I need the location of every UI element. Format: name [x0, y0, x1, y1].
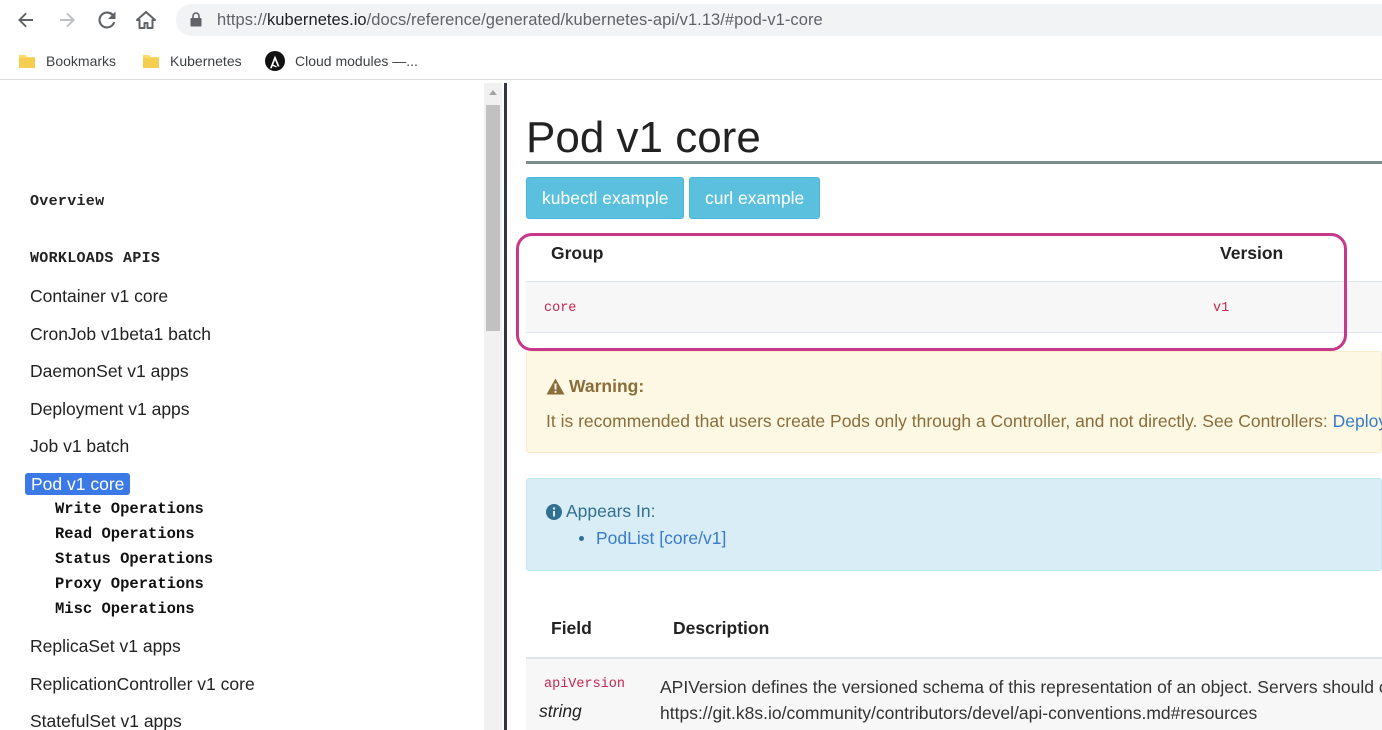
warning-triangle-icon — [546, 378, 565, 395]
folder-icon — [143, 55, 159, 68]
appears-in-title-text: Appears In: — [566, 501, 656, 521]
sidebar-subitem-proxy-operations[interactable]: Proxy Operations — [55, 575, 204, 593]
page-title: Pod v1 core — [526, 113, 761, 162]
sidebar-scrollbar[interactable] — [484, 83, 502, 730]
sidebar-item-cronjob[interactable]: CronJob v1beta1 batch — [30, 324, 211, 345]
podlist-link[interactable]: PodList [core/v1] — [596, 528, 726, 549]
bookmark-label: Kubernetes — [170, 53, 242, 69]
kubectl-example-button[interactable]: kubectl example — [526, 177, 685, 219]
sidebar-item-replicaset[interactable]: ReplicaSet v1 apps — [30, 636, 181, 657]
field-description: APIVersion defines the versioned schema … — [660, 674, 1382, 726]
bookmark-kubernetes[interactable]: Kubernetes — [142, 51, 242, 71]
home-button[interactable] — [134, 8, 158, 32]
sidebar-item-pod-active[interactable]: Pod v1 core — [25, 473, 131, 495]
home-icon — [136, 11, 156, 29]
url-path: /docs/reference/generated/kubernetes-api… — [366, 11, 823, 29]
folder-icon — [19, 55, 35, 68]
scroll-thumb[interactable] — [486, 105, 500, 331]
bookmark-label: Cloud modules —... — [295, 53, 418, 69]
warning-title: Warning: — [546, 376, 644, 397]
sidebar-item-overview[interactable]: Overview — [30, 193, 104, 210]
ansible-logo-icon — [265, 51, 285, 71]
bookmark-label: Bookmarks — [46, 53, 117, 69]
sidebar-item-job[interactable]: Job v1 batch — [30, 436, 129, 457]
bookmarks-bar: Bookmarks Kubernetes Cloud modules —... — [0, 40, 1382, 80]
back-arrow-icon — [18, 12, 33, 28]
field-description-line: APIVersion defines the versioned schema … — [660, 677, 1382, 697]
forward-button[interactable] — [55, 8, 79, 32]
appears-in-alert: Appears In: PodList [core/v1] — [526, 478, 1382, 571]
forward-arrow-icon — [60, 12, 75, 28]
browser-toolbar: https://kubernetes.io/docs/reference/gen… — [0, 0, 1382, 40]
scroll-up-arrow-icon[interactable] — [489, 90, 497, 95]
field-type: string — [539, 701, 582, 721]
address-bar[interactable]: https://kubernetes.io/docs/reference/gen… — [176, 4, 1382, 36]
deployment-link[interactable]: Deploy — [1333, 411, 1382, 431]
bookmark-cloud-modules[interactable]: Cloud modules —... — [265, 51, 418, 71]
bookmark-bookmarks[interactable]: Bookmarks — [18, 51, 116, 71]
warning-body: It is recommended that users create Pods… — [546, 411, 1333, 431]
list-item: PodList [core/v1] — [579, 528, 726, 549]
sidebar-item-daemonset[interactable]: DaemonSet v1 apps — [30, 361, 189, 382]
warning-text: It is recommended that users create Pods… — [546, 411, 1382, 432]
reload-button[interactable] — [95, 8, 119, 32]
main-content: Pod v1 core kubectl example curl example… — [507, 83, 1382, 730]
sidebar-item-statefulset[interactable]: StatefulSet v1 apps — [30, 711, 182, 730]
warning-title-text: Warning: — [569, 376, 645, 396]
field-name: apiVersion — [544, 677, 626, 692]
curl-example-button[interactable]: curl example — [689, 177, 821, 219]
title-underline — [526, 161, 1382, 164]
lock-icon — [190, 12, 202, 27]
sidebar-item-container[interactable]: Container v1 core — [30, 286, 168, 307]
sidebar-subitem-write-operations[interactable]: Write Operations — [55, 500, 204, 518]
url-scheme: https:// — [217, 11, 267, 29]
field-description-link[interactable]: https://git.k8s.io/community/contributor… — [660, 700, 1382, 726]
back-button[interactable] — [14, 8, 38, 32]
sidebar-subitem-read-operations[interactable]: Read Operations — [55, 525, 195, 543]
sidebar-item-deployment[interactable]: Deployment v1 apps — [30, 399, 190, 420]
bullet-icon — [579, 536, 584, 541]
reload-icon — [98, 11, 116, 29]
url-host: kubernetes.io — [266, 11, 367, 29]
sidebar-nav: Overview WORKLOADS APIS Container v1 cor… — [0, 83, 484, 730]
info-circle-icon — [546, 503, 562, 520]
highlight-annotation-box — [516, 233, 1347, 351]
field-header: Field — [551, 618, 592, 638]
sidebar-subitem-misc-operations[interactable]: Misc Operations — [55, 600, 195, 618]
sidebar-item-replicationcontroller[interactable]: ReplicationController v1 core — [30, 674, 255, 695]
description-header: Description — [673, 618, 770, 638]
table-row: apiVersion string APIVersion defines the… — [526, 659, 1382, 730]
sidebar-subitem-status-operations[interactable]: Status Operations — [55, 550, 213, 568]
url-text: https://kubernetes.io/docs/reference/gen… — [217, 11, 823, 30]
sidebar-section-title: WORKLOADS APIS — [30, 250, 161, 267]
appears-in-title: Appears In: — [546, 501, 656, 522]
warning-alert: Warning: It is recommended that users cr… — [526, 351, 1382, 453]
